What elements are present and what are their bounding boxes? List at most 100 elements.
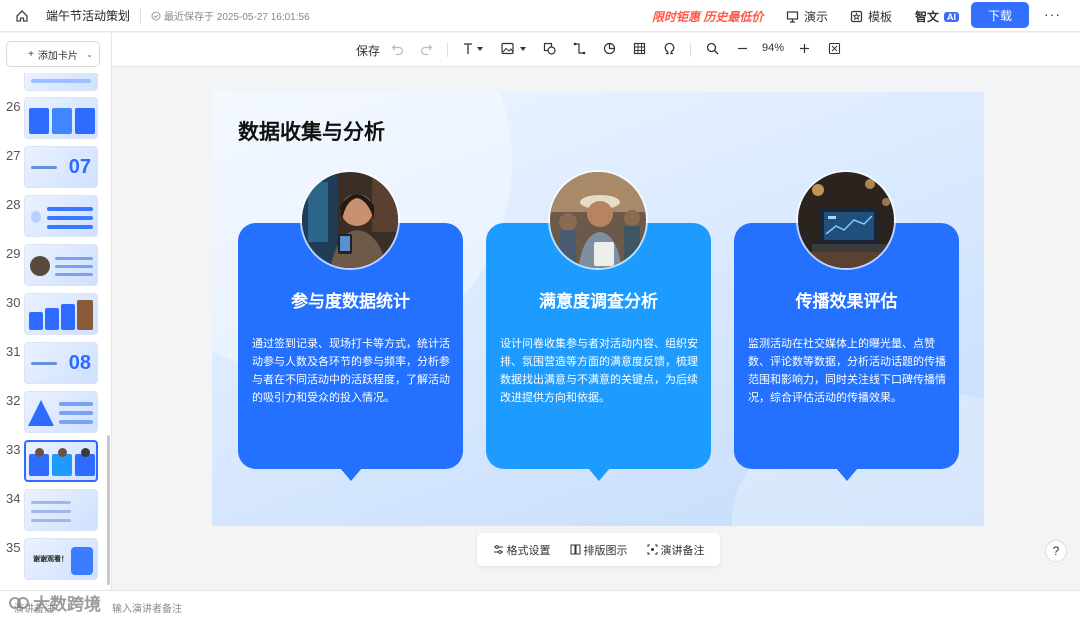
slide-number: 33 [6, 442, 21, 457]
present-button[interactable]: 演示 [786, 8, 828, 25]
card-body[interactable]: 通过签到记录、现场打卡等方式，统计活动参与人数及各环节的参与频率，分析参与者在不… [252, 335, 452, 407]
toolbar-divider [690, 43, 691, 57]
template-label: 模板 [868, 10, 893, 24]
watermark-text: 大数跨境 [33, 595, 101, 614]
slide-thumbnail-29[interactable]: 29 [0, 244, 112, 288]
slide-number: 32 [6, 393, 21, 408]
slide-preview[interactable]: 08 [24, 342, 98, 384]
watermark: 大数跨境 [8, 590, 101, 615]
sidebar-scrollbar[interactable] [107, 435, 110, 585]
slide-thumbnail-34[interactable]: 34 [0, 489, 112, 533]
image-tool-icon[interactable] [501, 42, 529, 55]
speaker-notes-bar: 演讲备注 输入演讲者备注 [0, 590, 1080, 622]
present-icon [786, 11, 799, 23]
card-pointer [340, 468, 362, 481]
card-heading[interactable]: 参与度数据统计 [238, 287, 463, 312]
slide-preview[interactable]: 谢谢观看！ [24, 538, 98, 580]
connector-tool-icon[interactable] [573, 42, 586, 55]
text-tool-icon[interactable] [462, 42, 484, 55]
slide-thumbnail-26[interactable]: 26 [0, 97, 112, 141]
redo-icon[interactable] [420, 42, 433, 55]
slide-preview[interactable]: 07 [24, 146, 98, 188]
slide-preview[interactable] [24, 244, 98, 286]
slide-preview[interactable] [24, 489, 98, 531]
document-title[interactable]: 端午节活动策划 [46, 7, 130, 24]
notes-icon [647, 544, 657, 555]
zoom-level[interactable]: 94% [762, 42, 784, 54]
divider [140, 8, 142, 23]
help-button[interactable]: ? [1045, 540, 1067, 562]
speaker-notes-button[interactable]: 演讲备注 [647, 542, 705, 558]
check-circle-icon [151, 11, 161, 20]
slide-number: 28 [6, 197, 21, 212]
slide-thumbnail-partial[interactable] [24, 73, 98, 91]
sliders-icon [493, 545, 503, 554]
ai-writer-button[interactable]: 智文 AI [915, 8, 960, 25]
section-number: 07 [68, 156, 91, 178]
card-body[interactable]: 监测活动在社交媒体上的曝光量、点赞数、评论数等数据，分析活动话题的传播范围和影响… [748, 335, 948, 407]
zoom-out-icon[interactable] [737, 42, 748, 55]
ai-badge: AI [944, 11, 960, 22]
promo-banner[interactable]: 限时钜惠 历史最低价 [652, 8, 763, 25]
download-button[interactable]: 下载 [971, 2, 1029, 28]
present-label: 演示 [804, 10, 829, 24]
photo-man-survey[interactable] [548, 170, 648, 270]
card-body[interactable]: 设计问卷收集参与者对活动内容、组织安排、氛围营造等方面的满意度反馈，梳理数据找出… [500, 335, 700, 407]
symbol-tool-icon[interactable] [663, 42, 676, 55]
add-card-button[interactable]: + 添加卡片 ⌄ [6, 41, 100, 67]
slide-preview-active[interactable] [24, 440, 98, 482]
slide-thumbnail-30[interactable]: 30 [0, 293, 112, 337]
top-bar: 端午节活动策划 最近保存于 2025-05-27 16:01:56 限时钜惠 历… [0, 0, 1080, 32]
card-pointer [588, 468, 610, 481]
slide-thumbnail-31[interactable]: 31 08 [0, 342, 112, 386]
speaker-notes-label: 演讲备注 [660, 544, 705, 557]
card-pointer [836, 468, 858, 481]
slide-thumbnail-32[interactable]: 32 [0, 391, 112, 435]
template-button[interactable]: 模板 [850, 8, 892, 25]
template-icon [850, 10, 863, 23]
slide-thumbnail-panel: + 添加卡片 ⌄ 26 27 07 28 29 30 31 08 32 33 3… [0, 33, 112, 590]
card-heading[interactable]: 传播效果评估 [734, 287, 959, 312]
section-number: 08 [68, 352, 91, 374]
slide-title[interactable]: 数据收集与分析 [238, 116, 385, 146]
slide-thumbnail-33[interactable]: 33 [0, 440, 112, 484]
slide-preview[interactable] [24, 293, 98, 335]
slide-preview[interactable] [24, 195, 98, 237]
home-icon[interactable] [14, 8, 30, 24]
slide-number: 30 [6, 295, 21, 310]
shape-tool-icon[interactable] [543, 42, 556, 55]
save-status: 最近保存于 2025-05-27 16:01:56 [151, 8, 310, 23]
more-menu-button[interactable]: ··· [1044, 6, 1061, 22]
speaker-notes-input[interactable]: 输入演讲者备注 [112, 600, 182, 615]
photo-laptop-analytics[interactable] [796, 170, 896, 270]
photo-woman-phone[interactable] [300, 170, 400, 270]
slide-number: 27 [6, 148, 21, 163]
table-tool-icon[interactable] [633, 42, 646, 55]
plus-icon: + [28, 48, 34, 60]
slide-thumbnail-27[interactable]: 27 07 [0, 146, 112, 190]
chart-tool-icon[interactable] [603, 42, 616, 55]
thumbnail-caption: 谢谢观看！ [33, 556, 68, 563]
format-settings-button[interactable]: 格式设置 [493, 542, 551, 558]
promo-text-a: 限时钜惠 [652, 10, 701, 24]
fit-screen-icon[interactable] [828, 42, 841, 55]
slide-thumbnail-28[interactable]: 28 [0, 195, 112, 239]
toolbar-divider [447, 43, 448, 57]
slide-number: 31 [6, 344, 21, 359]
slide-canvas[interactable]: 数据收集与分析 参与度数据统计 通过签到记录、现场打卡等方式，统计活动参与人数及… [212, 92, 984, 526]
format-settings-label: 格式设置 [506, 544, 551, 557]
slide-number: 29 [6, 246, 21, 261]
chevron-down-icon[interactable]: ⌄ [86, 50, 93, 59]
save-button[interactable]: 保存 [356, 42, 380, 59]
card-heading[interactable]: 满意度调查分析 [486, 287, 711, 312]
slide-number: 26 [6, 99, 21, 114]
undo-icon[interactable] [391, 42, 404, 55]
search-icon[interactable] [706, 42, 719, 55]
slide-thumbnail-35[interactable]: 35 谢谢观看！ [0, 538, 112, 582]
editor-toolbar: 保存 94% [112, 33, 1080, 67]
promo-text-b: 历史最低价 [703, 10, 764, 24]
zoom-in-icon[interactable] [799, 42, 810, 55]
layout-diagram-button[interactable]: 排版图示 [570, 542, 628, 558]
slide-preview[interactable] [24, 97, 98, 139]
slide-preview[interactable] [24, 391, 98, 433]
